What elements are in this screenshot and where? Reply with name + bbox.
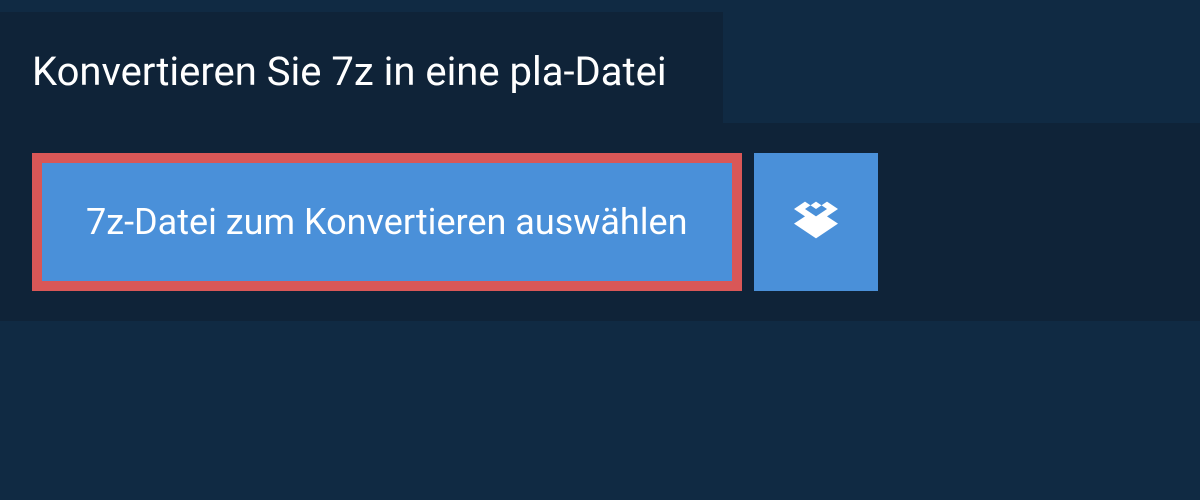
dropbox-button[interactable] bbox=[754, 153, 878, 291]
select-file-label: 7z-Datei zum Konvertieren auswählen bbox=[86, 201, 688, 243]
select-file-button[interactable]: 7z-Datei zum Konvertieren auswählen bbox=[32, 153, 742, 291]
file-select-panel: 7z-Datei zum Konvertieren auswählen bbox=[0, 123, 1200, 321]
page-title: Konvertieren Sie 7z in eine pla-Datei bbox=[0, 12, 723, 123]
dropbox-icon bbox=[794, 198, 838, 246]
